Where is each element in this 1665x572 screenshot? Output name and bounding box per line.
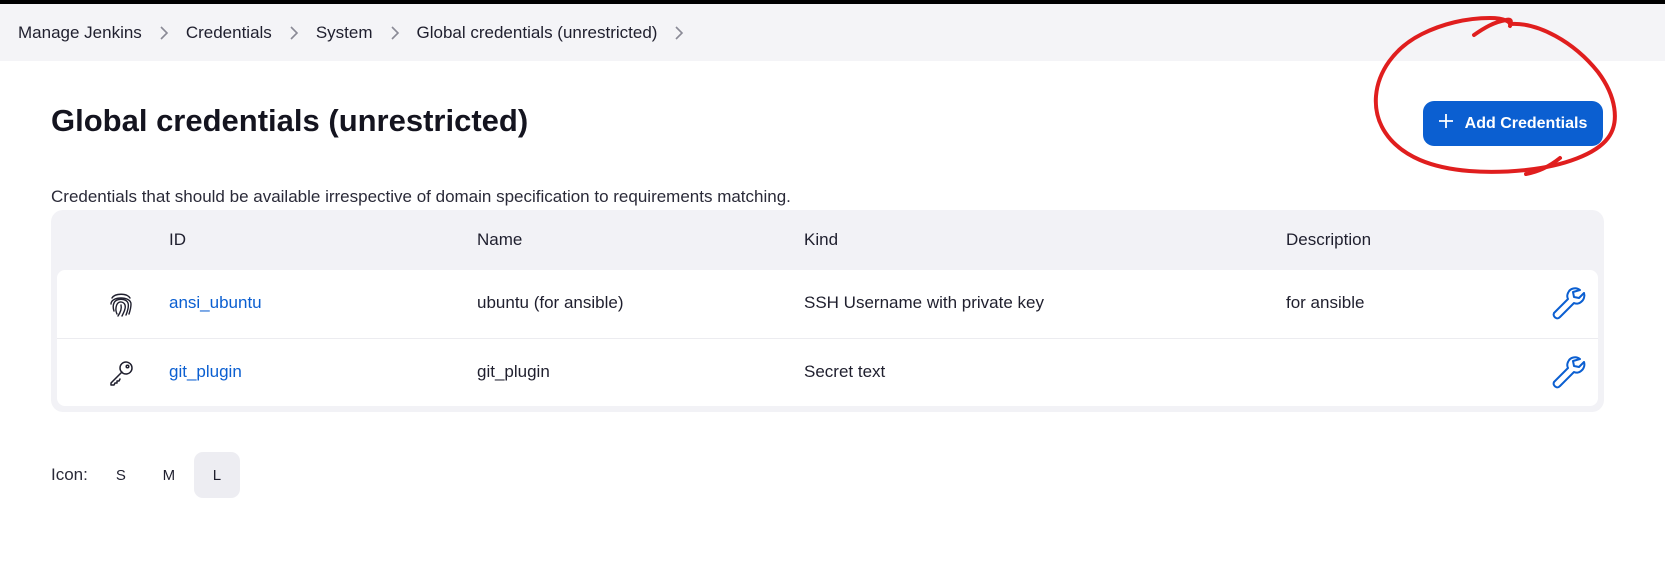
column-header-kind[interactable]: Kind [804, 230, 838, 250]
icon-size-small[interactable]: S [98, 452, 144, 498]
credential-name: git_plugin [477, 362, 550, 381]
credential-kind: Secret text [804, 362, 886, 381]
icon-size-medium[interactable]: M [146, 452, 192, 498]
plus-icon [1438, 114, 1453, 133]
credential-id-link[interactable]: ansi_ubuntu [169, 293, 262, 313]
credentials-table: ID Name Kind Description ansi_ubuntu ubu… [51, 210, 1604, 412]
table-row: git_plugin git_plugin Secret text [57, 338, 1598, 406]
icon-size-selector: Icon: S M L [51, 452, 240, 498]
key-icon [107, 359, 135, 387]
breadcrumb-item-credentials[interactable]: Credentials [186, 23, 272, 43]
icon-size-label: Icon: [51, 465, 88, 484]
table-row: ansi_ubuntu ubuntu (for ansible) SSH Use… [57, 270, 1598, 338]
column-header-id[interactable]: ID [169, 230, 186, 250]
chevron-right-icon[interactable] [657, 23, 701, 43]
credential-name: ubuntu (for ansible) [477, 293, 624, 312]
credential-description: for ansible [1286, 293, 1365, 312]
column-header-description[interactable]: Description [1286, 230, 1371, 250]
fingerprint-icon [107, 290, 135, 318]
chevron-right-icon [272, 23, 316, 43]
breadcrumb-item-global-credentials[interactable]: Global credentials (unrestricted) [417, 23, 658, 43]
add-credentials-label: Add Credentials [1464, 114, 1588, 132]
table-header: ID Name Kind Description [51, 210, 1604, 270]
wrench-icon[interactable] [1549, 284, 1587, 322]
breadcrumb-item-system[interactable]: System [316, 23, 373, 43]
credential-id-link[interactable]: git_plugin [169, 362, 242, 382]
add-credentials-button[interactable]: Add Credentials [1423, 101, 1603, 146]
breadcrumb: Manage Jenkins Credentials System Global… [0, 4, 1665, 61]
page-title: Global credentials (unrestricted) [51, 103, 529, 138]
wrench-icon[interactable] [1549, 353, 1587, 391]
chevron-right-icon [142, 23, 186, 43]
breadcrumb-item-manage-jenkins[interactable]: Manage Jenkins [18, 23, 142, 43]
credential-kind: SSH Username with private key [804, 293, 1044, 312]
page-description: Credentials that should be available irr… [51, 187, 791, 206]
table-body: ansi_ubuntu ubuntu (for ansible) SSH Use… [57, 270, 1598, 406]
column-header-name[interactable]: Name [477, 230, 522, 250]
chevron-right-icon [373, 23, 417, 43]
icon-size-large[interactable]: L [193, 452, 240, 498]
